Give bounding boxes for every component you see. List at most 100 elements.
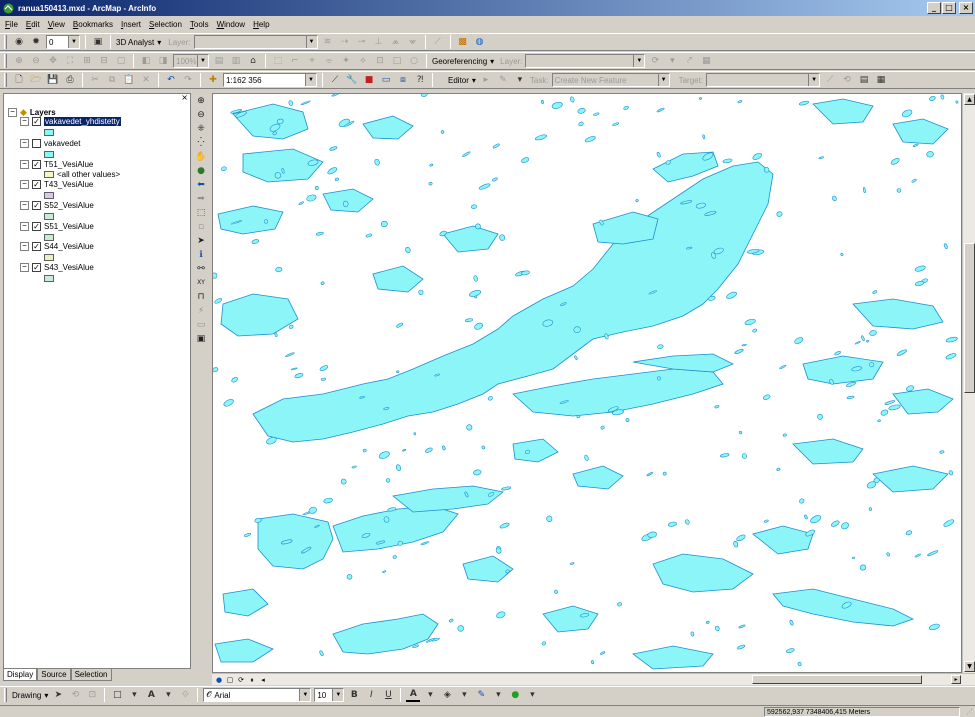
georeferencing-menu[interactable]: Georeferencing [432,57,487,66]
identify-icon[interactable]: ℹ [195,249,207,261]
full-extent-globe-icon[interactable]: ● [195,165,207,177]
italic-button[interactable]: I [364,688,378,702]
collapse-icon[interactable]: − [8,108,17,117]
snapping-icon[interactable]: ⌖ [305,54,319,68]
toc-layer-row[interactable]: − ✓ T43_VesiAlue [20,180,93,189]
layer-name[interactable]: T51_VesiAlue [44,160,93,169]
menu-selection[interactable]: Selection [148,20,183,29]
cut-icon[interactable]: ✂ [88,73,102,87]
menu-tools[interactable]: Tools [189,20,210,29]
layer-symbol-swatch[interactable] [44,234,54,241]
chevron-down-icon[interactable]: ▾ [44,691,48,700]
sketch-properties-icon[interactable]: ▦ [874,73,888,87]
chevron-down-icon[interactable]: ▾ [665,54,679,68]
chevron-down-icon[interactable]: ▼ [305,74,316,86]
layer-visibility-checkbox[interactable]: ✓ [32,180,41,189]
chevron-down-icon[interactable]: ▾ [157,38,161,47]
editor-toolbar-icon[interactable]: ⟋ [328,73,342,87]
georef-layer-dropdown[interactable]: ▼ [525,54,646,68]
command-line-icon[interactable]: ▭ [379,73,393,87]
zoom-to-selected-icon[interactable]: ⊡ [85,688,99,702]
scroll-down-icon[interactable]: ▼ [964,661,975,672]
interpolate-line-icon[interactable]: ⩕ [389,35,403,49]
toolbar-grip[interactable] [4,35,7,49]
edit-arrow-icon[interactable]: ▸ [479,73,493,87]
menu-bookmarks[interactable]: Bookmarks [72,20,114,29]
menu-file[interactable]: File [4,20,19,29]
toc-layer-row[interactable]: − ✓ S52_VesiAlue [20,201,94,210]
map-display[interactable] [212,93,962,673]
font-dropdown[interactable]: 𝒪 Arial ▼ [203,688,312,702]
add-control-points-icon[interactable]: ⤤ [682,54,696,68]
select-elements-arrow-icon[interactable]: ➤ [195,235,207,247]
chevron-down-icon[interactable]: ▾ [423,688,437,702]
sketch-icon[interactable]: ✦ [339,54,353,68]
edit-vertices-icon[interactable]: ⟐ [178,688,192,702]
edit-tool-icon[interactable]: ⌐ [288,54,302,68]
create-viewer-window-icon[interactable]: ▣ [195,333,207,345]
scroll-up-icon[interactable]: ▲ [964,94,975,105]
interpolate-point-icon[interactable]: ⊥ [372,35,386,49]
layer-dropdown[interactable]: ▼ [193,35,318,49]
chevron-down-icon[interactable]: ▼ [68,36,79,48]
3d-analyst-menu[interactable]: 3D Analyst [116,38,154,47]
tab-display[interactable]: Display [3,669,38,681]
layer-name[interactable]: S52_VesiAlue [44,201,94,210]
menu-window[interactable]: Window [216,20,246,29]
whats-this-icon[interactable]: ⁈ [413,73,427,87]
collapse-icon[interactable]: − [20,139,29,148]
chevron-down-icon[interactable]: ▾ [491,688,505,702]
measure-icon[interactable]: ⊓ [195,291,207,303]
go-to-xy-icon[interactable]: XY [195,277,207,289]
layer-properties-icon[interactable]: ▣ [91,35,105,49]
map-canvas[interactable] [213,94,962,673]
fill-color-icon[interactable]: ◈ [440,688,454,702]
layout-zoom-whole-page-icon[interactable]: ▢ [114,54,128,68]
zoom-in-icon[interactable]: ⊕ [195,95,207,107]
map-horizontal-scrollbar[interactable]: ● ▢ ⟳ ⏸ ◂ ▸ [212,673,975,685]
undo-icon[interactable]: ↶ [164,73,178,87]
paste-icon[interactable]: 📋 [122,73,136,87]
add-data-icon[interactable]: ✚ [206,73,220,87]
globe-icon[interactable]: ◉ [12,35,26,49]
attributes-icon[interactable]: ▤ [857,73,871,87]
open-folder-icon[interactable]: 🗁 [29,73,43,87]
delete-icon[interactable]: ✕ [139,73,153,87]
toc-layer-row[interactable]: − ✓ S51_VesiAlue [20,222,94,231]
copy-icon[interactable]: ⧉ [105,73,119,87]
toc-layer-row[interactable]: − ✓ vakavedet_yhdistetty [20,117,121,126]
rotate-icon[interactable]: ⟲ [68,688,82,702]
rotate-icon[interactable]: ⟳ [648,54,662,68]
layout-fixed-zoom-in-icon[interactable]: ⊞ [80,54,94,68]
arctoolbox-icon[interactable]: 🔧 [345,73,359,87]
layout-full-extent-icon[interactable]: ⛶ [63,54,77,68]
new-document-icon[interactable]: 🗋 [12,73,26,87]
layer-visibility-checkbox[interactable]: ✓ [32,117,41,126]
editor-menu[interactable]: Editor [448,76,469,85]
layout-view-icon[interactable]: ▢ [225,675,235,685]
close-button[interactable]: × [959,2,973,14]
layer-symbol-swatch[interactable] [44,192,54,199]
chevron-down-icon[interactable]: ▼ [633,55,645,67]
resize-grip-icon[interactable]: ⋰ [966,708,973,716]
font-size-dropdown[interactable]: 10 ▼ [314,688,345,702]
underline-button[interactable]: U [381,688,395,702]
collapse-icon[interactable]: − [20,242,29,251]
layout-pan-icon[interactable]: ✥ [46,54,60,68]
layer-name[interactable]: vakavedet [44,139,80,148]
layout-zoom-in-icon[interactable]: ⊕ [12,54,26,68]
refresh-icon[interactable]: ⟳ [236,675,246,685]
select-features-icon[interactable]: ⬚ [195,207,207,219]
marker-color-icon[interactable]: ● [508,688,522,702]
layer-visibility-checkbox[interactable]: ✓ [32,201,41,210]
scroll-left-icon[interactable]: ◂ [258,675,268,685]
layer-name[interactable]: T43_VesiAlue [44,180,93,189]
toc-layer-row[interactable]: − ✓ S43_VesiAlue [20,263,94,272]
zoom-level-dropdown[interactable]: 0 ▼ [46,35,80,49]
layer-visibility-checkbox[interactable]: ✓ [32,242,41,251]
collapse-icon[interactable]: − [20,222,29,231]
scroll-right-icon[interactable]: ▸ [951,675,961,684]
chevron-down-icon[interactable]: ▾ [525,688,539,702]
collapse-icon[interactable]: − [20,201,29,210]
arcscene-icon[interactable]: ▩ [456,35,470,49]
